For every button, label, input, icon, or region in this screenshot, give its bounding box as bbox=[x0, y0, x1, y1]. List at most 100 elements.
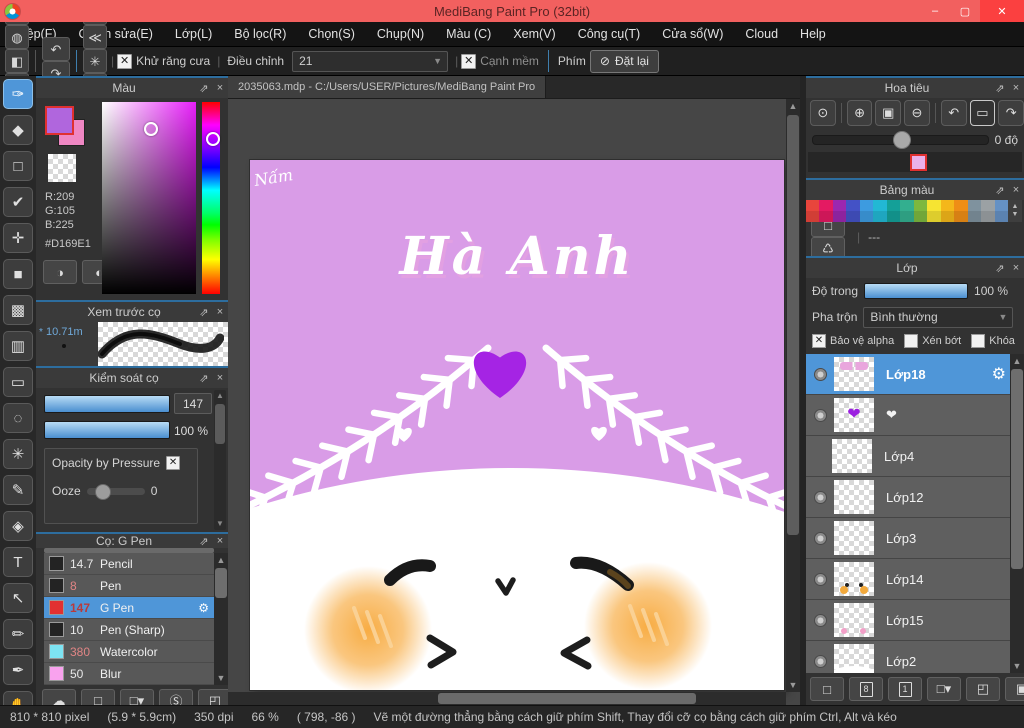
palette-color-swatch[interactable] bbox=[994, 200, 1009, 211]
cloud-download-button[interactable]: ☁ bbox=[42, 688, 76, 705]
shape-fill-tool[interactable]: ■ bbox=[3, 259, 33, 289]
layer-row[interactable]: Lớp14 bbox=[806, 559, 1024, 600]
palette-color-swatch[interactable] bbox=[873, 211, 887, 222]
layer-row[interactable]: ❤ bbox=[806, 395, 1024, 436]
menu-help[interactable]: Help bbox=[789, 22, 837, 46]
move-tool[interactable]: ✛ bbox=[3, 223, 33, 253]
annotation-button[interactable]: ◧ bbox=[5, 49, 29, 73]
control-point-tool[interactable]: ✔ bbox=[3, 187, 33, 217]
brush-opacity-slider[interactable] bbox=[44, 421, 170, 439]
palette-color-swatch[interactable] bbox=[927, 211, 941, 222]
new-brush-button[interactable]: □ bbox=[81, 688, 115, 705]
shape-tool[interactable]: □ bbox=[3, 151, 33, 181]
new-8bit-layer-button[interactable]: 8 bbox=[849, 677, 883, 701]
new-layer-button[interactable]: □ bbox=[810, 677, 844, 701]
brush-row[interactable]: 380 Watercolor bbox=[44, 641, 214, 663]
palette-color-swatch[interactable] bbox=[900, 200, 914, 211]
layer-opacity-slider[interactable] bbox=[864, 283, 969, 299]
layer-visibility-toggle[interactable] bbox=[814, 408, 827, 422]
sv-marker[interactable] bbox=[144, 121, 158, 136]
transparent-color-swatch[interactable] bbox=[48, 154, 76, 182]
palette-color-swatch[interactable] bbox=[819, 200, 833, 211]
scroll-down-icon[interactable]: ▼ bbox=[786, 678, 800, 692]
brush-size-slider[interactable] bbox=[44, 395, 170, 413]
scrollbar-thumb[interactable] bbox=[438, 693, 696, 704]
palette-color-swatch[interactable] bbox=[981, 200, 995, 211]
brush-row[interactable]: 10 Pen (Sharp) bbox=[44, 619, 214, 641]
foreground-color-swatch[interactable] bbox=[45, 106, 74, 135]
canvas[interactable]: Nấm Hà Anh bbox=[250, 160, 784, 690]
brush-row[interactable]: 50 Blur bbox=[44, 663, 214, 685]
layer-settings-gear-icon[interactable]: ⚙ bbox=[992, 364, 1010, 384]
brush-size-value-box[interactable]: 147 bbox=[174, 393, 212, 414]
select-rect-tool[interactable]: ▭ bbox=[3, 367, 33, 397]
fit-screen-button[interactable]: ▣ bbox=[875, 100, 902, 126]
duplicate-layer-button[interactable]: ▣ bbox=[1005, 677, 1024, 701]
layer-list-scrollbar[interactable]: ▲ ▼ bbox=[1010, 354, 1024, 673]
lasso-tool[interactable]: ◌ bbox=[3, 403, 33, 433]
magic-wand-tool[interactable]: ✳ bbox=[3, 439, 33, 469]
navigator-view-thumbnail[interactable] bbox=[910, 154, 927, 171]
palette-color-swatch[interactable] bbox=[940, 200, 955, 211]
zoom-out-button[interactable]: ⊖ bbox=[904, 100, 930, 126]
palette-spinner[interactable]: ▲ ▼ bbox=[1008, 200, 1022, 222]
palette-color-swatch[interactable] bbox=[927, 200, 941, 211]
close-icon[interactable]: × bbox=[212, 372, 228, 384]
zoom-actual-button[interactable]: ⊙ bbox=[810, 100, 836, 126]
select-eraser-tool[interactable]: ◈ bbox=[3, 511, 33, 541]
layer-visibility-toggle[interactable] bbox=[814, 531, 827, 545]
hand-tool[interactable]: ✋ bbox=[3, 691, 33, 705]
anti-alias-checkbox[interactable]: ✕ bbox=[117, 53, 133, 69]
alpha-lock-checkbox[interactable]: ✕ bbox=[812, 334, 826, 348]
eyedropper-tool[interactable]: ✒ bbox=[3, 655, 33, 685]
palette-color-swatch[interactable] bbox=[954, 200, 968, 211]
rotate-ccw-button[interactable]: ↶ bbox=[940, 100, 967, 126]
ooze-slider[interactable] bbox=[86, 483, 145, 500]
hue-slider[interactable] bbox=[202, 102, 220, 294]
new-brush-menu-button[interactable]: □▾ bbox=[120, 688, 154, 705]
brush-tool[interactable]: ✑ bbox=[3, 79, 33, 109]
palette-color-swatch[interactable] bbox=[940, 211, 955, 222]
rotation-slider[interactable] bbox=[812, 131, 989, 149]
brush-list-scrollbar[interactable]: ▲ ▼ bbox=[214, 553, 228, 685]
rotate-cw-button[interactable]: ↷ bbox=[998, 100, 1024, 126]
palette-color-swatch[interactable] bbox=[832, 200, 847, 211]
palette-color-swatch[interactable] bbox=[819, 211, 833, 222]
scroll-up-icon[interactable]: ▲ bbox=[214, 553, 228, 567]
palette-color-swatch[interactable] bbox=[859, 211, 874, 222]
navigator-preview[interactable] bbox=[808, 152, 1022, 172]
layer-folder-button[interactable]: ◰ bbox=[966, 677, 1000, 701]
brush-row[interactable]: 8 Pen bbox=[44, 575, 214, 597]
select-pen-tool[interactable]: ✎ bbox=[3, 475, 33, 505]
comment-button[interactable]: ◍ bbox=[5, 25, 29, 49]
menu-window[interactable]: Cửa sổ(W) bbox=[651, 22, 734, 46]
menu-cloud[interactable]: Cloud bbox=[734, 22, 789, 46]
scroll-down-icon[interactable]: ▼ bbox=[214, 671, 228, 685]
undo-button[interactable]: ↶ bbox=[42, 37, 70, 61]
layer-visibility-toggle[interactable] bbox=[814, 367, 827, 381]
snap-vanishing-button[interactable]: ≪ bbox=[83, 25, 107, 49]
layer-visibility-toggle[interactable] bbox=[814, 654, 827, 668]
gradient-tool[interactable]: ▥ bbox=[3, 331, 33, 361]
add-layer-menu-button[interactable]: □▾ bbox=[927, 677, 961, 701]
adjust-dropdown[interactable]: 21 ▼ bbox=[292, 50, 449, 72]
brush-folder-button[interactable]: ◰ bbox=[198, 688, 228, 705]
popout-icon[interactable]: ⇗ bbox=[196, 372, 212, 385]
popout-icon[interactable]: ⇗ bbox=[196, 535, 212, 548]
clipping-checkbox[interactable] bbox=[904, 334, 919, 348]
close-icon[interactable]: × bbox=[212, 82, 228, 94]
layer-visibility-toggle[interactable] bbox=[814, 572, 827, 586]
menu-layer[interactable]: Lớp(L) bbox=[164, 22, 223, 46]
palette-color-swatch[interactable] bbox=[846, 200, 860, 211]
palette-color-swatch[interactable] bbox=[859, 200, 874, 211]
palette-color-swatch[interactable] bbox=[886, 211, 901, 222]
popout-icon[interactable]: ⇗ bbox=[992, 82, 1008, 95]
popout-icon[interactable]: ⇗ bbox=[992, 184, 1008, 197]
reset-button[interactable]: ⊘ Đặt lại bbox=[589, 49, 659, 73]
layer-row[interactable]: Lớp18 ⚙ bbox=[806, 354, 1024, 395]
canvas-vertical-scrollbar[interactable]: ▲ ▼ bbox=[786, 99, 800, 692]
layer-visibility-toggle[interactable] bbox=[814, 613, 827, 627]
popout-icon[interactable]: ⇗ bbox=[992, 262, 1008, 275]
saturation-value-picker[interactable] bbox=[102, 102, 196, 294]
popout-icon[interactable]: ⇗ bbox=[196, 306, 212, 319]
